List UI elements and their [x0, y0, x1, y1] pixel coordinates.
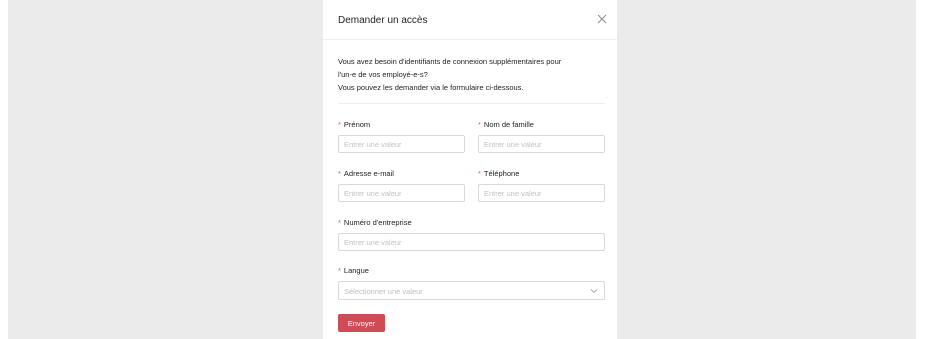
phone-label: * Téléphone — [478, 169, 519, 178]
intro-line: l'un-e de vos employé-e-s? — [338, 70, 428, 79]
phone-label-text: Téléphone — [483, 169, 520, 178]
required-marker: * — [338, 169, 341, 178]
chevron-down-icon — [590, 289, 598, 294]
intro-line: Vous avez besoin d'identifiants de conne… — [338, 57, 562, 66]
request-access-modal: Demander un accès Vous avez besoin d'ide… — [323, 0, 617, 339]
first-name-label: * Prénom — [338, 120, 370, 129]
language-select-placeholder: Sélectionner une valeur — [344, 287, 423, 296]
modal-header: Demander un accès — [323, 0, 617, 40]
language-select[interactable]: Sélectionner une valeur — [338, 281, 605, 300]
required-marker: * — [338, 120, 341, 129]
submit-button[interactable]: Envoyer — [338, 314, 385, 332]
email-input[interactable] — [338, 184, 465, 202]
email-label-text: Adresse e-mail — [343, 169, 394, 178]
divider — [338, 103, 605, 104]
modal-intro-text: Vous avez besoin d'identifiants de conne… — [338, 55, 603, 94]
intro-line: Vous pouvez les demander via le formulai… — [338, 83, 524, 92]
language-label: * Langue — [338, 266, 369, 275]
last-name-label-text: Nom de famille — [483, 120, 534, 129]
required-marker: * — [338, 266, 341, 275]
modal-title: Demander un accès — [338, 15, 428, 26]
last-name-label: * Nom de famille — [478, 120, 534, 129]
company-number-input[interactable] — [338, 233, 605, 251]
required-marker: * — [478, 120, 481, 129]
first-name-input[interactable] — [338, 135, 465, 153]
language-label-text: Langue — [343, 266, 369, 275]
last-name-input[interactable] — [478, 135, 605, 153]
company-number-label-text: Numéro d'entreprise — [343, 218, 412, 227]
company-number-label: * Numéro d'entreprise — [338, 218, 412, 227]
close-icon[interactable] — [595, 12, 609, 26]
first-name-label-text: Prénom — [343, 120, 371, 129]
phone-input[interactable] — [478, 184, 605, 202]
required-marker: * — [338, 218, 341, 227]
email-label: * Adresse e-mail — [338, 169, 394, 178]
required-marker: * — [478, 169, 481, 178]
